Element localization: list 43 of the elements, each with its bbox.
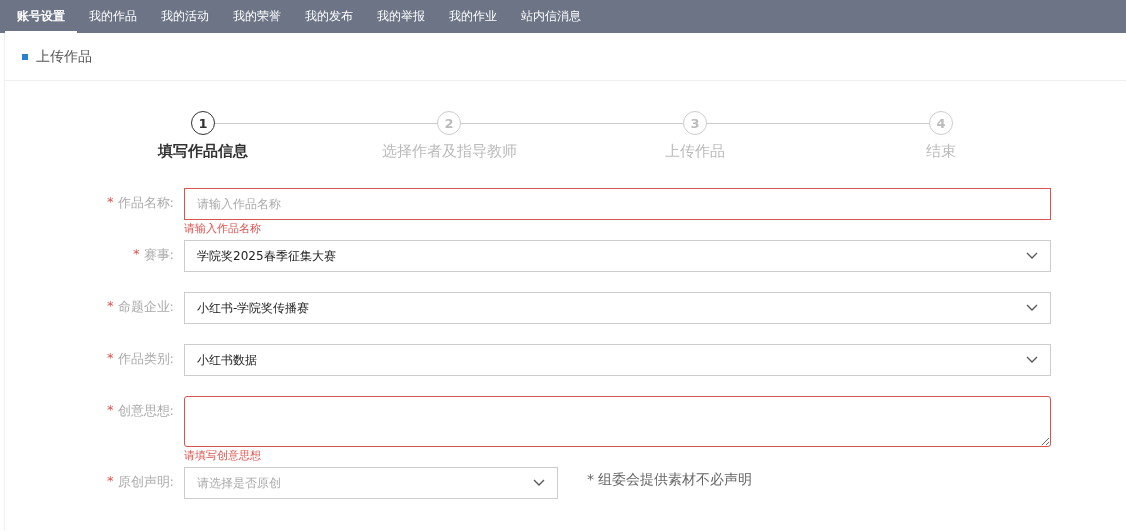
page-title: 上传作品 (36, 47, 92, 66)
chevron-down-icon (1026, 356, 1038, 364)
nav-tab[interactable]: 我的作品 (77, 0, 149, 33)
chevron-down-icon (1026, 252, 1038, 260)
field-label: 作品名称: (117, 194, 174, 212)
step-label: 选择作者及指导教师 (381, 142, 517, 161)
required-mark: * (107, 473, 114, 490)
field-label: 原创声明: (117, 473, 174, 491)
nav-tab[interactable]: 账号设置 (5, 0, 77, 33)
nav-tab[interactable]: 我的举报 (365, 0, 437, 33)
required-mark: * (107, 194, 114, 211)
step-label: 填写作品信息 (158, 142, 248, 161)
error-message: 请填写创意思想 (184, 448, 262, 464)
error-message: 请输入作品名称 (184, 221, 262, 237)
required-mark: * (107, 402, 114, 419)
dropdown[interactable]: 小红书-学院奖传播赛 (184, 292, 1051, 324)
nav-tab[interactable]: 站内信消息 (509, 0, 593, 33)
step-number: 1 (191, 111, 215, 135)
required-mark: * (107, 298, 114, 315)
chevron-down-icon (1026, 304, 1038, 312)
field-label: 赛事: (143, 246, 174, 264)
step-number: 4 (929, 111, 953, 135)
text-area[interactable] (184, 396, 1051, 447)
step-number: 2 (437, 111, 461, 135)
square-icon (22, 53, 28, 60)
step-label: 上传作品 (665, 142, 725, 161)
nav-tab[interactable]: 我的活动 (149, 0, 221, 33)
dropdown[interactable]: 请选择是否原创 (184, 467, 558, 499)
text-field[interactable]: 请输入作品名称 (184, 188, 1051, 220)
step-label: 结束 (926, 142, 956, 161)
field-label: 作品类别: (117, 350, 174, 368)
required-mark: * (133, 246, 140, 263)
required-mark: * (107, 350, 114, 367)
note-text: * 组委会提供素材不必声明 (587, 470, 753, 489)
field-label: 命题企业: (117, 298, 174, 316)
nav-tab[interactable]: 我的荣誉 (221, 0, 293, 33)
dropdown[interactable]: 小红书数据 (184, 344, 1051, 376)
step-number: 3 (683, 111, 707, 135)
dropdown[interactable]: 学院奖2025春季征集大赛 (184, 240, 1051, 272)
nav-tab[interactable]: 我的发布 (293, 0, 365, 33)
field-label: 创意思想: (117, 402, 174, 420)
chevron-down-icon (533, 479, 545, 487)
nav-tab[interactable]: 我的作业 (437, 0, 509, 33)
